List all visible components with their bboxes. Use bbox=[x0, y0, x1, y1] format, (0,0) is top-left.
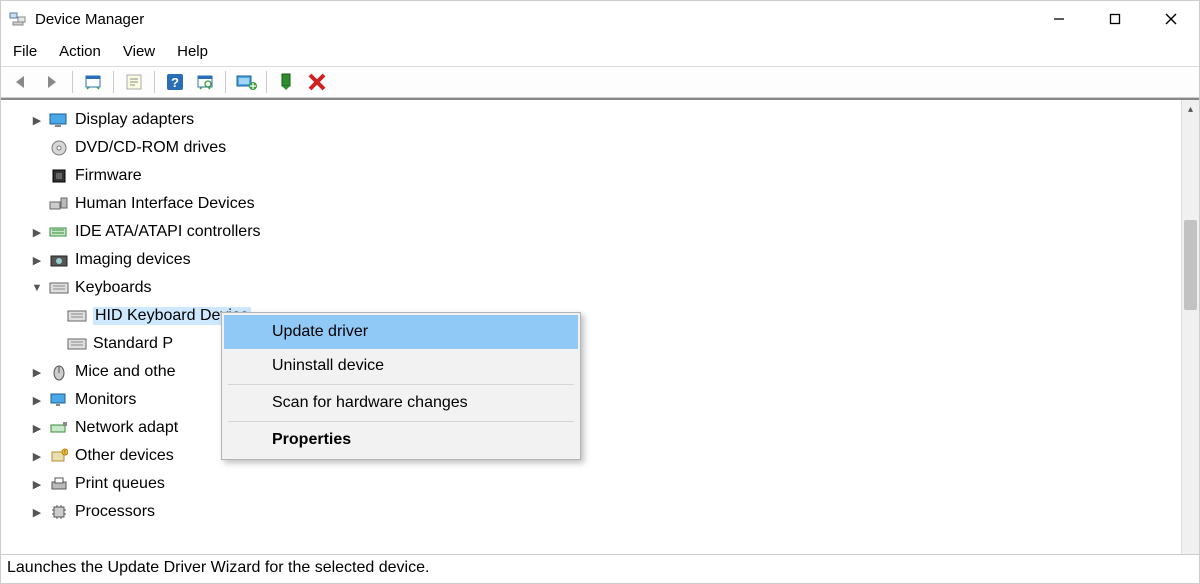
uninstall-device-icon[interactable] bbox=[304, 70, 330, 94]
scroll-up-icon[interactable]: ▴ bbox=[1182, 100, 1199, 118]
ctx-separator bbox=[228, 384, 574, 385]
show-devices-icon[interactable] bbox=[80, 70, 106, 94]
window-title: Device Manager bbox=[35, 11, 144, 28]
tree-item-mice[interactable]: ▶ Mice and othe bbox=[29, 358, 1177, 386]
status-text: Launches the Update Driver Wizard for th… bbox=[7, 559, 429, 576]
device-tree[interactable]: ▶ Display adapters DVD/CD-ROM drives Fir… bbox=[1, 100, 1181, 554]
device-manager-icon bbox=[9, 10, 27, 28]
status-bar: Launches the Update Driver Wizard for th… bbox=[1, 554, 1199, 583]
menu-view[interactable]: View bbox=[123, 43, 155, 60]
toolbar-separator bbox=[225, 71, 226, 93]
network-icon bbox=[49, 419, 69, 437]
toolbar-separator bbox=[72, 71, 73, 93]
toolbar: ? bbox=[1, 67, 1199, 98]
tree-item-label: DVD/CD-ROM drives bbox=[75, 139, 226, 157]
ata-icon bbox=[49, 223, 69, 241]
ctx-separator bbox=[228, 421, 574, 422]
menu-file[interactable]: File bbox=[13, 43, 37, 60]
chevron-right-icon[interactable]: ▶ bbox=[29, 254, 45, 267]
tree-item-keyboards[interactable]: ▼ Keyboards bbox=[29, 274, 1177, 302]
mouse-icon bbox=[49, 363, 69, 381]
tree-item-label: Keyboards bbox=[75, 279, 152, 297]
properties-icon[interactable] bbox=[121, 70, 147, 94]
tree-item-label: Other devices bbox=[75, 447, 174, 465]
context-menu: Update driver Uninstall device Scan for … bbox=[221, 312, 581, 460]
chevron-right-icon[interactable]: ▶ bbox=[29, 114, 45, 127]
tree-item-print-queues[interactable]: ▶ Print queues bbox=[29, 470, 1177, 498]
menu-action[interactable]: Action bbox=[59, 43, 101, 60]
tree-item-processors[interactable]: ▶ Processors bbox=[29, 498, 1177, 526]
update-drivers-icon[interactable] bbox=[233, 70, 259, 94]
menu-bar: File Action View Help bbox=[1, 37, 1199, 67]
content-area: ▶ Display adapters DVD/CD-ROM drives Fir… bbox=[1, 98, 1199, 554]
tree-item-label: Processors bbox=[75, 503, 155, 521]
maximize-button[interactable] bbox=[1087, 1, 1143, 37]
toolbar-separator bbox=[154, 71, 155, 93]
tree-item-imaging[interactable]: ▶ Imaging devices bbox=[29, 246, 1177, 274]
tree-item-label: Monitors bbox=[75, 391, 136, 409]
scroll-thumb[interactable] bbox=[1184, 220, 1197, 310]
other-icon: ! bbox=[49, 447, 69, 465]
back-arrow-icon[interactable] bbox=[9, 70, 35, 94]
tree-item-label: Imaging devices bbox=[75, 251, 191, 269]
window-controls bbox=[1031, 1, 1199, 37]
tree-item-hid[interactable]: Human Interface Devices bbox=[29, 190, 1177, 218]
close-button[interactable] bbox=[1143, 1, 1199, 37]
svg-text:?: ? bbox=[171, 75, 179, 90]
tree-item-display-adapters[interactable]: ▶ Display adapters bbox=[29, 106, 1177, 134]
printer-icon bbox=[49, 475, 69, 493]
disc-icon bbox=[49, 139, 69, 157]
tree-item-label: Mice and othe bbox=[75, 363, 176, 381]
tree-item-label: Display adapters bbox=[75, 111, 194, 129]
vertical-scrollbar[interactable]: ▴ bbox=[1181, 100, 1199, 554]
forward-arrow-icon[interactable] bbox=[39, 70, 65, 94]
monitor-icon bbox=[49, 391, 69, 409]
chevron-right-icon[interactable]: ▶ bbox=[29, 366, 45, 379]
tree-item-label: Network adapt bbox=[75, 419, 178, 437]
ctx-update-driver[interactable]: Update driver bbox=[224, 315, 578, 349]
help-icon[interactable]: ? bbox=[162, 70, 188, 94]
cpu-icon bbox=[49, 503, 69, 521]
tree-item-label: Print queues bbox=[75, 475, 165, 493]
display-icon bbox=[49, 111, 69, 129]
ctx-scan-hardware[interactable]: Scan for hardware changes bbox=[224, 386, 578, 420]
tree-item-label: IDE ATA/ATAPI controllers bbox=[75, 223, 261, 241]
hid-icon bbox=[49, 195, 69, 213]
enable-device-icon[interactable] bbox=[274, 70, 300, 94]
chevron-right-icon[interactable]: ▶ bbox=[29, 422, 45, 435]
svg-text:!: ! bbox=[64, 450, 65, 456]
minimize-button[interactable] bbox=[1031, 1, 1087, 37]
keyboard-icon bbox=[49, 279, 69, 297]
scan-hardware-icon[interactable] bbox=[192, 70, 218, 94]
tree-item-firmware[interactable]: Firmware bbox=[29, 162, 1177, 190]
tree-item-network[interactable]: ▶ Network adapt bbox=[29, 414, 1177, 442]
keyboard-icon bbox=[67, 307, 87, 325]
chip-icon bbox=[49, 167, 69, 185]
camera-icon bbox=[49, 251, 69, 269]
ctx-uninstall-device[interactable]: Uninstall device bbox=[224, 349, 578, 383]
ctx-properties[interactable]: Properties bbox=[224, 423, 578, 457]
title-bar: Device Manager bbox=[1, 1, 1199, 37]
tree-item-monitors[interactable]: ▶ Monitors bbox=[29, 386, 1177, 414]
chevron-right-icon[interactable]: ▶ bbox=[29, 394, 45, 407]
tree-item-label: Firmware bbox=[75, 167, 142, 185]
toolbar-separator bbox=[113, 71, 114, 93]
chevron-down-icon[interactable]: ▼ bbox=[29, 282, 45, 294]
toolbar-separator bbox=[266, 71, 267, 93]
tree-item-ide[interactable]: ▶ IDE ATA/ATAPI controllers bbox=[29, 218, 1177, 246]
chevron-right-icon[interactable]: ▶ bbox=[29, 450, 45, 463]
chevron-right-icon[interactable]: ▶ bbox=[29, 226, 45, 239]
keyboard-icon bbox=[67, 335, 87, 353]
tree-item-label: Standard P bbox=[93, 335, 173, 353]
menu-help[interactable]: Help bbox=[177, 43, 208, 60]
tree-item-other[interactable]: ▶ ! Other devices bbox=[29, 442, 1177, 470]
chevron-right-icon[interactable]: ▶ bbox=[29, 478, 45, 491]
tree-item-label: Human Interface Devices bbox=[75, 195, 255, 213]
chevron-right-icon[interactable]: ▶ bbox=[29, 506, 45, 519]
tree-item-dvd[interactable]: DVD/CD-ROM drives bbox=[29, 134, 1177, 162]
